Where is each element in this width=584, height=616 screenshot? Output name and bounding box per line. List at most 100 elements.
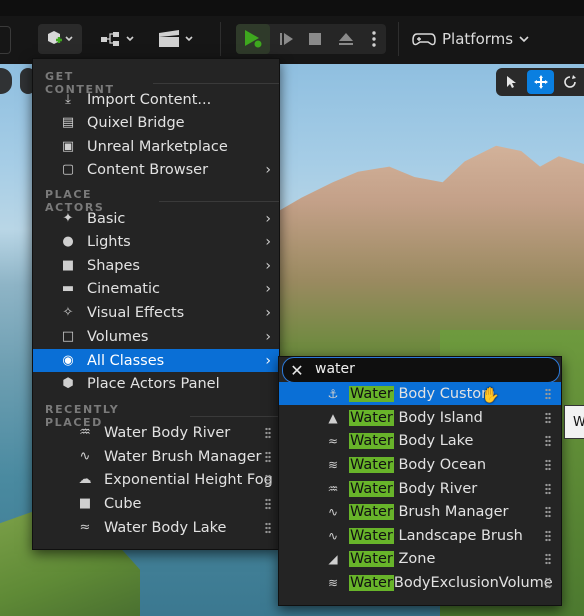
menu-item-volumes[interactable]: □ Volumes › <box>33 325 279 348</box>
marketplace-icon: ▣ <box>61 139 75 154</box>
ocean-icon: ≋ <box>327 457 339 472</box>
eject-button[interactable] <box>332 24 360 54</box>
play-options-button[interactable] <box>364 24 384 54</box>
drag-handle-icon[interactable] <box>545 505 551 518</box>
lake-icon: ≈ <box>79 520 91 535</box>
drag-handle-icon[interactable] <box>545 529 551 542</box>
search-result[interactable]: ◢ Water Zone <box>279 547 561 570</box>
menu-item-import-content[interactable]: ⤓ Import Content... <box>33 88 279 111</box>
clear-search-icon[interactable]: ✕ <box>289 361 305 380</box>
move-tool-icon[interactable] <box>527 70 554 94</box>
all-classes-icon: ◉ <box>62 353 74 368</box>
drag-handle-icon[interactable] <box>265 473 271 486</box>
main-toolbar: Platforms <box>0 0 584 64</box>
menu-item-basic[interactable]: ✦ Basic › <box>33 207 279 230</box>
river-icon: ♒ <box>327 481 339 496</box>
menu-item-lights[interactable]: ● Lights › <box>33 230 279 253</box>
menu-item-shapes[interactable]: ■ Shapes › <box>33 254 279 277</box>
volume-icon: □ <box>61 329 75 344</box>
drag-handle-icon[interactable] <box>265 450 271 463</box>
search-result[interactable]: ≋ WaterBodyExclusionVolume <box>279 571 561 594</box>
chevron-right-icon: › <box>265 210 271 227</box>
search-input[interactable] <box>315 360 545 378</box>
clapperboard-icon <box>159 30 193 47</box>
recent-item[interactable]: ≈ Water Body Lake <box>33 516 279 539</box>
drag-handle-icon[interactable] <box>545 411 551 424</box>
left-toolbar-edge[interactable] <box>0 26 11 54</box>
advance-frame-button[interactable] <box>274 24 300 54</box>
menu-item-place-actors-panel[interactable]: ⬢ Place Actors Panel <box>33 372 279 395</box>
menu-item-visual-effects[interactable]: ✧ Visual Effects › <box>33 301 279 324</box>
zone-icon: ◢ <box>328 551 338 566</box>
drag-handle-icon[interactable] <box>545 387 551 400</box>
play-button[interactable] <box>236 24 270 54</box>
drag-handle-icon[interactable] <box>545 458 551 471</box>
recent-item[interactable]: ♒ Water Body River <box>33 421 279 444</box>
water-custom-icon: ⚓ <box>327 386 339 401</box>
quick-add-button[interactable] <box>38 24 82 54</box>
search-result[interactable]: ∿ Water Landscape Brush <box>279 524 561 547</box>
blueprint-icon <box>101 32 134 46</box>
chevron-right-icon: › <box>265 233 271 250</box>
platforms-button[interactable]: Platforms <box>412 24 529 54</box>
chevron-right-icon: › <box>265 280 271 297</box>
step-icon <box>280 33 293 45</box>
drag-handle-icon[interactable] <box>265 426 271 439</box>
toolbar-divider <box>398 22 399 56</box>
chevron-right-icon: › <box>265 328 271 345</box>
search-box: ✕ <box>282 357 560 383</box>
search-result[interactable]: ∿ Water Brush Manager <box>279 500 561 523</box>
hand-cursor-icon: ✋ <box>481 386 500 404</box>
menu-item-quixel-bridge[interactable]: ▤ Quixel Bridge <box>33 111 279 134</box>
search-result[interactable]: ▲ Water Body Island <box>279 406 561 429</box>
folder-icon: ▢ <box>61 162 75 177</box>
drag-handle-icon[interactable] <box>265 497 271 510</box>
search-result[interactable]: ≋ Water Body Ocean <box>279 453 561 476</box>
drag-handle-icon[interactable] <box>545 434 551 447</box>
tooltip: W <box>564 405 584 439</box>
select-tool-icon[interactable] <box>498 70 525 94</box>
quick-add-menu: GET CONTENT PLACE ACTORS RECENTLY PLACED… <box>32 58 280 550</box>
drag-handle-icon[interactable] <box>265 521 271 534</box>
recent-item[interactable]: ■ Cube <box>33 492 279 515</box>
play-icon <box>245 30 263 49</box>
recent-item[interactable]: ☁ Exponential Height Fog <box>33 468 279 491</box>
more-vertical-icon <box>372 31 376 47</box>
chevron-right-icon: › <box>265 161 271 178</box>
eject-icon <box>339 33 353 45</box>
brush-manager-icon: ∿ <box>327 504 339 519</box>
cinematics-button[interactable] <box>154 24 200 54</box>
drag-handle-icon[interactable] <box>545 482 551 495</box>
section-divider <box>159 200 279 202</box>
title-strip <box>0 0 584 16</box>
menu-item-cinematic[interactable]: ▬ Cinematic › <box>33 277 279 300</box>
cube-icon: ■ <box>78 496 92 511</box>
menu-item-unreal-marketplace[interactable]: ▣ Unreal Marketplace <box>33 135 279 158</box>
stop-button[interactable] <box>302 24 328 54</box>
search-result[interactable]: ≈ Water Body Lake <box>279 429 561 452</box>
cinematic-icon: ▬ <box>61 281 75 296</box>
recent-item[interactable]: ∿ Water Brush Manager <box>33 445 279 468</box>
section-divider <box>189 415 279 417</box>
exclusion-volume-icon: ≋ <box>327 575 339 590</box>
rotate-tool-icon[interactable] <box>556 70 583 94</box>
search-result[interactable]: ⚓ Water Body Custom <box>279 382 561 405</box>
lake-icon: ≈ <box>327 433 339 448</box>
import-icon: ⤓ <box>65 92 71 107</box>
gamepad-icon <box>412 33 436 46</box>
drag-handle-icon[interactable] <box>545 552 551 565</box>
menu-item-all-classes[interactable]: ◉ All Classes › <box>33 349 279 372</box>
basic-icon: ✦ <box>62 211 74 226</box>
chevron-down-icon <box>519 36 529 43</box>
chevron-right-icon: › <box>265 352 271 369</box>
menu-item-content-browser[interactable]: ▢ Content Browser › <box>33 158 279 181</box>
fog-icon: ☁ <box>78 472 92 487</box>
drag-handle-icon[interactable] <box>545 576 551 589</box>
platforms-label: Platforms <box>442 30 514 48</box>
search-result[interactable]: ♒ Water Body River <box>279 477 561 500</box>
add-actor-icon <box>48 31 73 44</box>
toolbar-divider <box>220 22 221 56</box>
blueprint-button[interactable] <box>96 24 142 54</box>
stop-icon <box>309 33 321 45</box>
shapes-icon: ■ <box>61 258 75 273</box>
